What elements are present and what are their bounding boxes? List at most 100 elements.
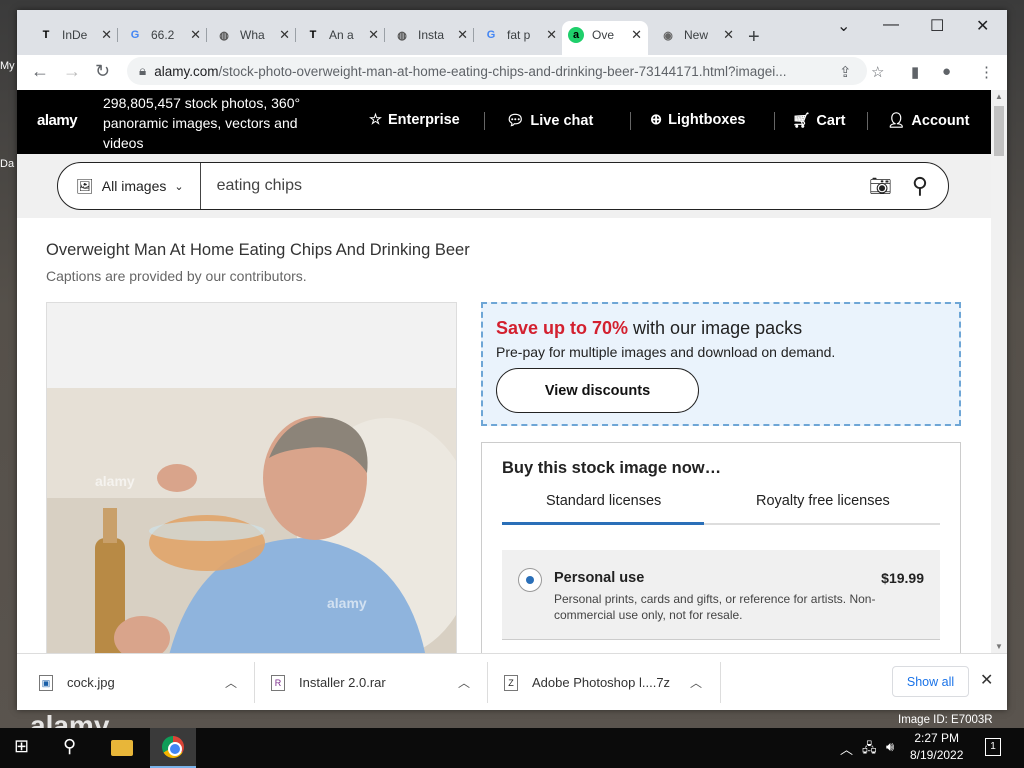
star-icon: ☆ — [369, 112, 382, 128]
forward-icon[interactable]: → — [63, 61, 81, 82]
tab-title: Wha — [240, 28, 265, 42]
browser-tab[interactable]: ◉ New ✕ — [654, 21, 740, 49]
download-item[interactable]: ▣ cock.jpg ︿ — [39, 654, 249, 711]
download-filename: Installer 2.0.rar — [299, 675, 386, 690]
windows-start-icon[interactable]: ⊞ — [14, 736, 29, 757]
browser-tab[interactable]: ◍ Wha ✕ — [210, 21, 296, 49]
search-icon[interactable]: ⚲ — [63, 736, 76, 757]
browser-window: T InDe ✕ G 66.2 ✕ ◍ Wha ✕ T An a ✕ ◍ Ins… — [17, 10, 1007, 710]
tab-strip: T InDe ✕ G 66.2 ✕ ◍ Wha ✕ T An a ✕ ◍ Ins… — [17, 10, 1007, 60]
license-name: Personal use — [554, 570, 645, 586]
browser-tab[interactable]: T InDe ✕ — [32, 21, 118, 49]
chevron-up-icon[interactable]: ︿ — [458, 674, 470, 691]
notification-icon[interactable]: 1 — [985, 738, 1001, 756]
file-explorer-icon[interactable] — [111, 740, 133, 756]
close-window-button[interactable]: ✕ — [976, 16, 989, 36]
alamy-logo[interactable]: alamy — [37, 112, 78, 129]
back-icon[interactable]: ← — [31, 61, 49, 82]
menu-kebab-icon[interactable]: ⋮ — [979, 63, 994, 81]
reload-icon[interactable]: ↻ — [95, 61, 110, 82]
chevron-up-icon[interactable]: ︿ — [225, 674, 237, 691]
photo-illustration — [47, 388, 456, 653]
stock-photo[interactable]: alamy alamy — [46, 302, 457, 653]
system-clock[interactable]: 2:27 PM 8/19/2022 — [910, 730, 963, 764]
promo-subtext: Pre-pay for multiple images and download… — [496, 344, 836, 360]
network-icon[interactable]: 🖧︎ — [862, 739, 877, 761]
camera-icon[interactable]: 📷︎ — [869, 176, 892, 197]
desktop-icon-label[interactable]: Da — [0, 158, 14, 170]
desktop-icon-label[interactable]: My — [0, 60, 15, 72]
chrome-icon — [162, 736, 184, 758]
plus-circle-icon: ⊕ — [650, 112, 663, 128]
download-divider — [487, 662, 488, 703]
nav-lightboxes[interactable]: ⊕ Lightboxes — [650, 112, 746, 128]
nav-cart[interactable]: 🛒︎ Cart — [792, 112, 845, 130]
maximize-button[interactable]: ☐ — [930, 16, 944, 36]
tab-search-icon[interactable]: ⌄ — [837, 16, 850, 36]
browser-tab[interactable]: ◍ Insta ✕ — [388, 21, 474, 49]
active-tab-indicator — [502, 522, 704, 525]
image-icon: 🖼︎ — [76, 177, 94, 194]
chevron-down-icon: ⌄ — [174, 180, 184, 193]
close-tab-icon[interactable]: ✕ — [457, 27, 468, 43]
nav-divider — [630, 112, 631, 130]
clock-time: 2:27 PM — [914, 731, 960, 745]
tab-favicon-icon: G — [130, 29, 140, 41]
download-filename: cock.jpg — [67, 675, 115, 690]
category-label: All images — [101, 178, 167, 194]
close-tab-icon[interactable]: ✕ — [190, 27, 201, 43]
close-tab-icon[interactable]: ✕ — [723, 27, 734, 43]
view-discounts-button[interactable]: View discounts — [496, 368, 699, 413]
show-all-button[interactable]: Show all — [892, 666, 969, 697]
volume-icon[interactable]: 🔊︎ — [886, 739, 894, 755]
license-option-personal[interactable]: Personal use $19.99 Personal prints, car… — [502, 550, 940, 640]
chrome-taskbar-icon[interactable] — [150, 728, 196, 768]
download-filename: Adobe Photoshop l....7z — [532, 675, 671, 690]
url-path: /stock-photo-overweight-man-at-home-eati… — [218, 63, 787, 79]
tab-favicon-icon: T — [309, 29, 317, 41]
side-panel-icon[interactable]: ▮ — [911, 63, 919, 81]
nav-enterprise[interactable]: ☆ Enterprise — [369, 112, 460, 128]
category-dropdown[interactable]: 🖼︎ All images ⌄ — [58, 163, 201, 209]
browser-tab[interactable]: G 66.2 ✕ — [121, 21, 207, 49]
close-tab-icon[interactable]: ✕ — [631, 27, 642, 43]
browser-tab[interactable]: G fat p ✕ — [477, 21, 563, 49]
nav-account-label: Account — [911, 112, 970, 129]
download-item[interactable]: Z Adobe Photoshop l....7z ︿ — [504, 654, 719, 711]
tab-royalty-free-licenses[interactable]: Royalty free licenses — [756, 493, 890, 509]
tab-standard-licenses[interactable]: Standard licenses — [546, 493, 661, 509]
download-item[interactable]: R Installer 2.0.rar ︿ — [271, 654, 481, 711]
search-input[interactable] — [200, 177, 870, 195]
photo-content — [47, 388, 456, 653]
profile-avatar-icon[interactable]: ● — [942, 63, 951, 80]
address-bar[interactable]: 🔒︎ alamy.com/stock-photo-overweight-man-… — [127, 57, 867, 85]
minimize-button[interactable]: — — [883, 16, 899, 34]
scroll-thumb[interactable] — [994, 106, 1004, 156]
close-tab-icon[interactable]: ✕ — [546, 27, 557, 43]
bookmark-star-icon[interactable]: ☆ — [871, 63, 884, 81]
image-file-icon: ▣ — [39, 674, 53, 691]
chevron-up-icon[interactable]: ︿ — [840, 739, 853, 758]
close-tab-icon[interactable]: ✕ — [368, 27, 379, 43]
share-icon[interactable]: ⇪ — [839, 63, 852, 81]
user-icon: 👤︎ — [887, 113, 906, 129]
chevron-up-icon[interactable]: ︿ — [690, 674, 702, 691]
promo-banner: Save up to 70% with our image packs Pre-… — [481, 302, 961, 426]
scroll-down-icon[interactable]: ▼ — [995, 642, 1003, 651]
search-section: 🖼︎ All images ⌄ 📷︎ ⚲ — [17, 154, 991, 218]
search-icon[interactable]: ⚲ — [912, 173, 928, 199]
browser-tab[interactable]: T An a ✕ — [299, 21, 385, 49]
nav-account[interactable]: 👤︎ Account — [887, 112, 970, 130]
nav-live-chat[interactable]: 💬︎ Live chat — [506, 112, 593, 130]
license-description: Personal prints, cards and gifts, or ref… — [554, 592, 876, 622]
close-tab-icon[interactable]: ✕ — [101, 27, 112, 43]
radio-selected[interactable] — [518, 568, 542, 592]
caption-note: Captions are provided by our contributor… — [46, 268, 307, 284]
close-tab-icon[interactable]: ✕ — [279, 27, 290, 43]
page-scrollbar[interactable]: ▲ ▼ — [991, 90, 1007, 653]
new-tab-button[interactable]: + — [748, 26, 760, 49]
nav-enterprise-label: Enterprise — [388, 112, 460, 128]
promo-highlight: Save up to 70% — [496, 318, 629, 338]
close-download-bar-icon[interactable]: ✕ — [980, 670, 993, 690]
scroll-up-icon[interactable]: ▲ — [995, 92, 1003, 101]
